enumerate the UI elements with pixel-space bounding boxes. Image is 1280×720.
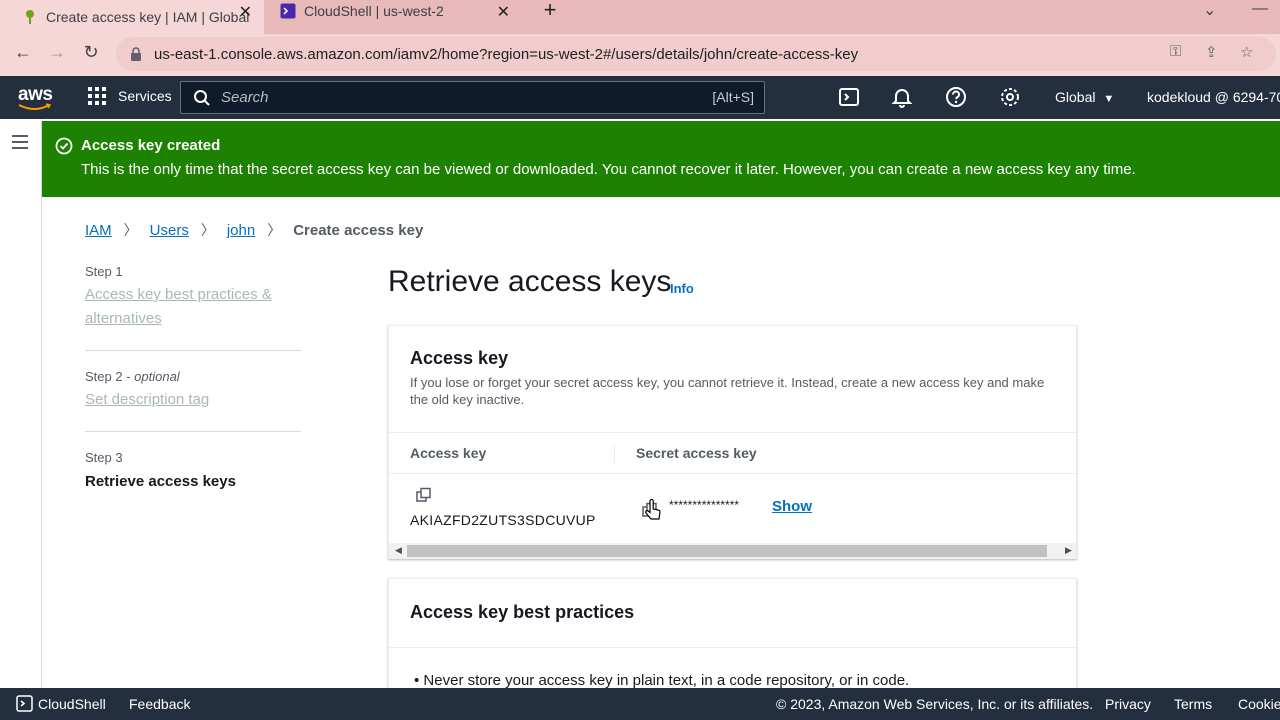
best-practice-item: • Never store your access key in plain t… [414, 672, 910, 689]
horizontal-scrollbar[interactable]: ◀ ▶ [389, 543, 1076, 559]
chevron-right-icon: 〉 [123, 222, 138, 238]
caret-down-icon: ▼ [1103, 93, 1115, 105]
close-tab-icon[interactable]: ✕ [497, 2, 510, 22]
aws-top-nav: aws Services Search [Alt+S] Global ▼ kod… [0, 76, 1280, 119]
column-header-access-key: Access key [410, 445, 487, 461]
step-label: Step 1 [85, 264, 123, 279]
bookmark-star-icon[interactable]: ☆ [1240, 43, 1253, 61]
breadcrumb-users[interactable]: Users [150, 222, 189, 239]
footer-privacy-link[interactable]: Privacy [1105, 696, 1151, 712]
cloudshell-favicon-icon [280, 3, 296, 19]
address-bar-row: ← → ↻ us-east-1.console.aws.amazon.com/i… [0, 34, 1280, 76]
aws-logo-text: aws [18, 84, 53, 105]
back-arrow-icon[interactable]: ← [12, 42, 34, 63]
scrollbar-thumb[interactable] [407, 545, 1047, 557]
url-omnibox[interactable]: us-east-1.console.aws.amazon.com/iamv2/h… [116, 37, 1276, 71]
flash-message: This is the only time that the secret ac… [81, 161, 1136, 178]
panel-description: If you lose or forget your secret access… [410, 375, 1045, 407]
services-label: Services [118, 88, 172, 104]
forward-arrow-icon[interactable]: → [46, 42, 68, 63]
browser-tab-strip: Create access key | IAM | Global ✕ Cloud… [0, 0, 1280, 34]
column-divider [614, 445, 615, 463]
optional-label: optional [134, 369, 180, 384]
services-menu-button[interactable]: Services [88, 87, 172, 105]
minimize-icon[interactable]: — [1252, 0, 1268, 18]
aws-smile-icon [18, 103, 52, 110]
show-secret-button[interactable]: Show [772, 498, 812, 515]
side-nav-rail [0, 119, 42, 688]
tab-title: Create access key | IAM | Global [46, 9, 250, 25]
hamburger-menu-icon[interactable] [12, 135, 28, 149]
cloudshell-icon[interactable] [838, 86, 860, 108]
hand-pointer-cursor-icon [645, 499, 661, 520]
column-header-secret: Secret access key [636, 445, 757, 461]
tab-cloudshell[interactable]: CloudShell | us-west-2 ✕ [272, 0, 522, 22]
lock-icon [131, 47, 141, 61]
search-shortcut: [Alt+S] [712, 89, 754, 105]
footer-cloudshell-link[interactable]: CloudShell [38, 696, 106, 712]
footer-cookie-link[interactable]: Cookie [1238, 696, 1280, 712]
best-practice-text: Never store your access key in plain tex… [423, 672, 910, 689]
access-key-panel: Access key If you lose or forget your se… [388, 325, 1078, 559]
reload-icon[interactable]: ↻ [80, 42, 102, 63]
wizard-step-2: Step 2 - optional Set description tag [85, 369, 301, 412]
wizard-step-1: Step 1 Access key best practices & alter… [85, 264, 301, 331]
search-input[interactable]: Search [Alt+S] [180, 81, 765, 114]
step-2-link: Set description tag [85, 391, 210, 408]
new-tab-icon[interactable]: + [540, 0, 560, 22]
url-text: us-east-1.console.aws.amazon.com/iamv2/h… [154, 45, 859, 63]
tab-search-chevron-icon[interactable]: ⌄ [1203, 0, 1216, 20]
page-title: Retrieve access keys [388, 265, 672, 298]
footer-copyright: © 2023, Amazon Web Services, Inc. or its… [776, 696, 1094, 712]
step-label: Step 3 [85, 450, 123, 465]
wizard-step-3: Step 3 Retrieve access keys [85, 450, 301, 490]
account-menu[interactable]: kodekloud @ 6294-70 [1147, 89, 1280, 105]
cloudshell-icon [16, 695, 33, 712]
key-icon[interactable]: ⚿ [1170, 43, 1181, 60]
step-2-label: Step 2 [85, 369, 123, 384]
table-header: Access key Secret access key [389, 432, 1078, 474]
step-divider [85, 350, 301, 351]
info-link[interactable]: Info [670, 281, 694, 296]
footer-feedback-link[interactable]: Feedback [129, 696, 190, 712]
panel-title: Access key best practices [410, 602, 635, 622]
aws-iam-favicon-icon [22, 9, 38, 25]
search-placeholder: Search [221, 89, 269, 106]
chevron-right-icon: 〉 [200, 222, 215, 238]
chevron-right-icon: 〉 [267, 222, 282, 238]
step-label: Step 2 - optional [85, 369, 180, 384]
access-key-value: AKIAZFD2ZUTS3SDCUVUP [410, 512, 596, 528]
scroll-right-icon[interactable]: ▶ [1065, 545, 1072, 556]
region-label: Global [1055, 89, 1096, 105]
breadcrumb-john[interactable]: john [227, 222, 255, 239]
success-flash-banner: Access key created This is the only time… [42, 121, 1280, 197]
search-icon [194, 89, 210, 106]
footer-terms-link[interactable]: Terms [1174, 696, 1212, 712]
share-icon[interactable]: ⇪ [1205, 43, 1218, 61]
copy-access-key-icon[interactable] [416, 487, 432, 503]
aws-logo[interactable]: aws [18, 84, 53, 110]
flash-title: Access key created [81, 137, 221, 154]
tab-title: CloudShell | us-west-2 [304, 3, 444, 19]
panel-divider [389, 647, 1078, 648]
success-check-icon [55, 137, 73, 155]
breadcrumb: IAM 〉 Users 〉 john 〉 Create access key [85, 220, 423, 240]
console-footer: CloudShell Feedback © 2023, Amazon Web S… [0, 688, 1280, 720]
tab-create-access-key[interactable]: Create access key | IAM | Global ✕ [0, 0, 264, 34]
breadcrumb-iam[interactable]: IAM [85, 222, 112, 239]
notifications-bell-icon[interactable] [891, 86, 913, 108]
step-1-link: Access key best practices & alternatives [85, 286, 272, 327]
scroll-left-icon[interactable]: ◀ [395, 545, 402, 556]
grid-icon [88, 87, 106, 105]
help-icon[interactable] [945, 86, 967, 108]
account-label: kodekloud @ 6294-70 [1147, 89, 1280, 105]
step-3-current: Retrieve access keys [85, 473, 236, 490]
breadcrumb-current: Create access key [293, 221, 424, 239]
region-selector[interactable]: Global ▼ [1055, 89, 1114, 105]
close-tab-icon[interactable]: ✕ [239, 2, 252, 22]
secret-key-masked: *************** [669, 498, 740, 512]
panel-title: Access key [410, 348, 509, 368]
settings-gear-icon[interactable] [999, 86, 1021, 108]
step-divider [85, 431, 301, 432]
